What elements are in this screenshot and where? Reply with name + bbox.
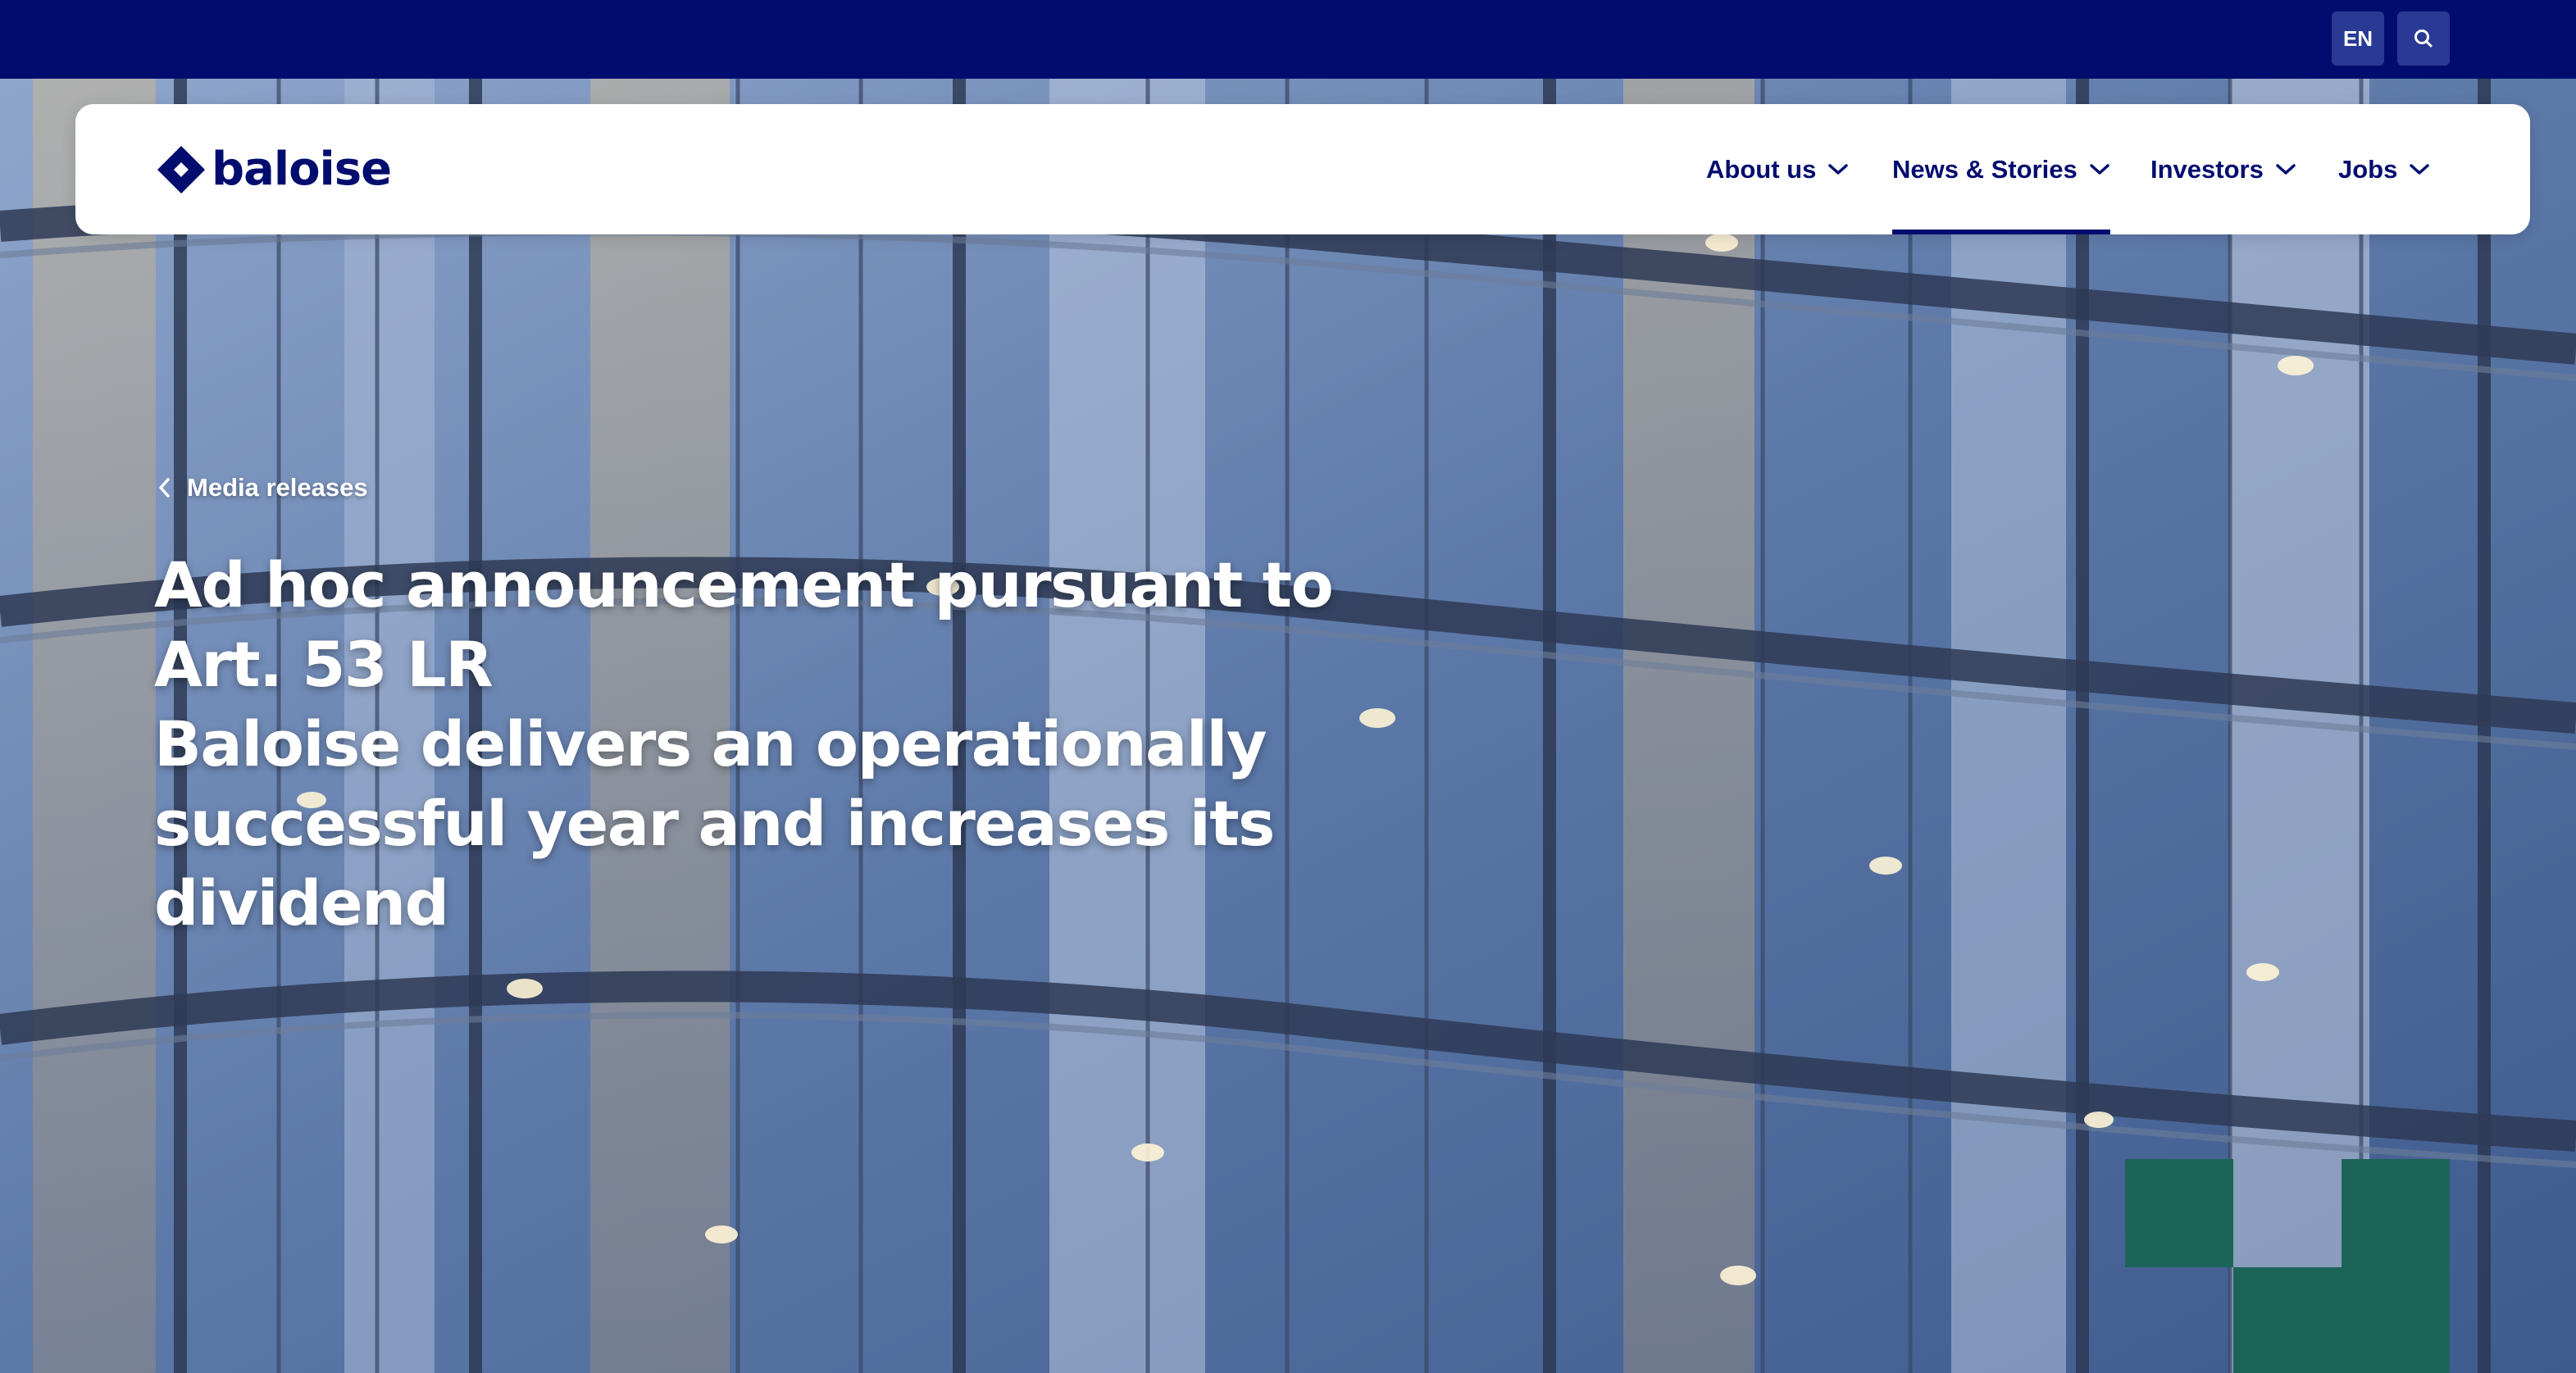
decorative-block	[2233, 1267, 2450, 1373]
nav-item-label: Jobs	[2338, 154, 2398, 184]
main-header: baloise About us News & Stories Investor…	[75, 104, 2530, 234]
language-label: EN	[2342, 25, 2373, 51]
title-line: dividend	[154, 866, 449, 939]
breadcrumb-back-link[interactable]: Media releases	[156, 467, 368, 508]
nav-item-label: Investors	[2150, 154, 2264, 184]
nav-item-about-us[interactable]: About us	[1706, 104, 1849, 234]
decorative-block	[2125, 1159, 2233, 1267]
chevron-down-icon	[2410, 163, 2430, 175]
chevron-down-icon	[2089, 163, 2109, 175]
nav-item-investors[interactable]: Investors	[2150, 104, 2296, 234]
top-utility-bar: EN	[0, 0, 2576, 79]
search-button[interactable]	[2397, 11, 2450, 66]
search-icon	[2414, 30, 2433, 48]
title-line: successful year and increases its	[154, 787, 1275, 860]
main-navigation: About us News & Stories Investors Jobs	[75, 104, 2530, 234]
page-title: Ad hoc announcement pursuant to Art. 53 …	[154, 545, 1335, 943]
chevron-down-icon	[1828, 163, 1849, 175]
chevron-left-icon	[159, 478, 170, 498]
nav-item-news-stories[interactable]: News & Stories	[1892, 104, 2110, 234]
decorative-block	[2342, 1159, 2450, 1267]
chevron-down-icon	[2276, 163, 2296, 175]
nav-item-label: About us	[1706, 154, 1817, 184]
title-line: Ad hoc announcement pursuant to	[154, 548, 1334, 621]
nav-item-jobs[interactable]: Jobs	[2338, 104, 2430, 234]
title-line: Baloise delivers an operationally	[154, 707, 1267, 780]
language-switcher-button[interactable]: EN	[2332, 11, 2384, 66]
nav-item-label: News & Stories	[1892, 154, 2078, 184]
title-line: Art. 53 LR	[154, 628, 494, 701]
breadcrumb-label: Media releases	[187, 473, 368, 502]
